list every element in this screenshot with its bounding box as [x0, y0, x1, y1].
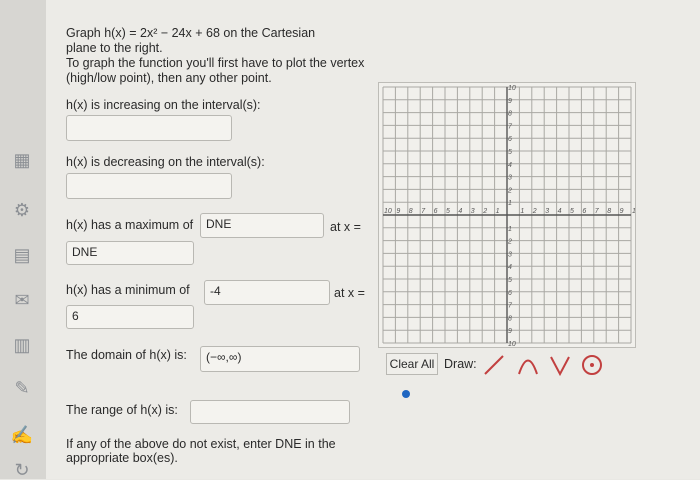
x-tick-label: 5	[570, 208, 574, 215]
x-tick-label: 3	[545, 208, 549, 215]
y-tick-label: 10	[508, 341, 516, 347]
minimum-at-x-label: at x =	[334, 286, 365, 300]
y-tick-label: 6	[508, 290, 512, 297]
increasing-input[interactable]	[66, 115, 232, 141]
clear-all-button[interactable]: Clear All	[386, 353, 438, 375]
x-tick-label: 3	[471, 208, 475, 215]
table-icon[interactable]: ▤	[10, 245, 34, 265]
mail-icon[interactable]: ✉	[10, 290, 34, 310]
cartesian-graph[interactable]: 1098765432112345678910109876543211234567…	[378, 82, 640, 348]
increasing-label: h(x) is increasing on the interval(s):	[66, 98, 261, 112]
y-tick-label: 10	[508, 85, 516, 92]
y-tick-label: 9	[508, 98, 512, 105]
x-tick-label: 8	[607, 208, 611, 215]
minimum-label: h(x) has a minimum of	[66, 283, 190, 297]
domain-input[interactable]: (−∞,∞)	[200, 346, 360, 372]
v-shape-tool-icon[interactable]	[548, 353, 572, 377]
y-tick-label: 2	[507, 187, 512, 194]
point-dot-icon[interactable]	[402, 390, 410, 398]
y-tick-label: 7	[508, 303, 513, 310]
y-tick-label: 4	[508, 162, 512, 169]
maximum-label: h(x) has a maximum of	[66, 218, 194, 232]
x-tick-label: 10	[384, 208, 392, 215]
y-tick-label: 1	[508, 200, 512, 207]
decreasing-label: h(x) is decreasing on the interval(s):	[66, 155, 265, 169]
parabola-up-tool-icon[interactable]	[516, 353, 540, 377]
minimum-input[interactable]: -4	[204, 280, 330, 305]
x-tick-label: 9	[396, 208, 400, 215]
y-tick-label: 6	[508, 136, 512, 143]
x-tick-label: 4	[558, 208, 562, 215]
x-tick-label: 9	[620, 208, 624, 215]
decreasing-input[interactable]	[66, 173, 232, 199]
y-tick-label: 3	[508, 175, 512, 182]
intro-line-1: Graph h(x) = 2x² − 24x + 68 on the Carte…	[66, 26, 316, 40]
minimum-x-input[interactable]: 6	[66, 305, 194, 329]
y-tick-label: 4	[508, 264, 512, 271]
maximum-input[interactable]: DNE	[200, 213, 324, 238]
x-tick-label: 6	[582, 208, 586, 215]
circle-tool-icon[interactable]	[580, 353, 604, 377]
y-tick-label: 8	[508, 111, 512, 118]
y-tick-label: 5	[508, 277, 512, 284]
y-tick-label: 5	[508, 149, 512, 156]
x-tick-label: 7	[595, 208, 600, 215]
x-tick-label: 10	[632, 208, 635, 215]
range-input[interactable]	[190, 400, 350, 424]
domain-label: The domain of h(x) is:	[66, 348, 187, 362]
x-tick-label: 7	[421, 208, 426, 215]
range-label: The range of h(x) is:	[66, 403, 178, 417]
y-tick-label: 9	[508, 328, 512, 335]
y-tick-label: 3	[508, 251, 512, 258]
intro-line-3: To graph the function you'll first have …	[66, 56, 365, 70]
x-tick-label: 5	[446, 208, 450, 215]
note-line-2: appropriate box(es).	[66, 451, 178, 465]
left-sidebar: ▦ ⚙ ▤ ✉ ▥ ✎ ✍ ↻	[0, 0, 46, 480]
y-tick-label: 7	[508, 123, 513, 130]
x-tick-label: 6	[434, 208, 438, 215]
y-tick-label: 1	[508, 226, 512, 233]
x-tick-label: 8	[409, 208, 413, 215]
x-tick-label: 2	[482, 208, 487, 215]
y-tick-label: 2	[507, 239, 512, 246]
x-tick-label: 2	[532, 208, 537, 215]
graph-grid[interactable]: 1098765432112345678910109876543211234567…	[379, 83, 640, 348]
maximum-x-input[interactable]: DNE	[66, 241, 194, 265]
pencil-icon[interactable]: ✎	[10, 378, 34, 398]
tools-icon[interactable]: ⚙	[10, 200, 34, 220]
edit-icon[interactable]: ✍	[10, 425, 34, 445]
refresh-icon[interactable]: ↻	[10, 460, 34, 480]
draw-label: Draw:	[444, 357, 477, 371]
x-tick-label: 4	[458, 208, 462, 215]
book-icon[interactable]: ▥	[10, 335, 34, 355]
intro-line-4: (high/low point), then any other point.	[66, 71, 272, 85]
note-line-1: If any of the above do not exist, enter …	[66, 437, 336, 451]
intro-line-2: plane to the right.	[66, 41, 163, 55]
y-tick-label: 8	[508, 315, 512, 322]
x-tick-label: 1	[520, 208, 524, 215]
calculator-icon[interactable]: ▦	[10, 150, 34, 170]
x-tick-label: 1	[496, 208, 500, 215]
line-tool-icon[interactable]	[482, 353, 506, 377]
maximum-at-x-label: at x =	[330, 220, 361, 234]
